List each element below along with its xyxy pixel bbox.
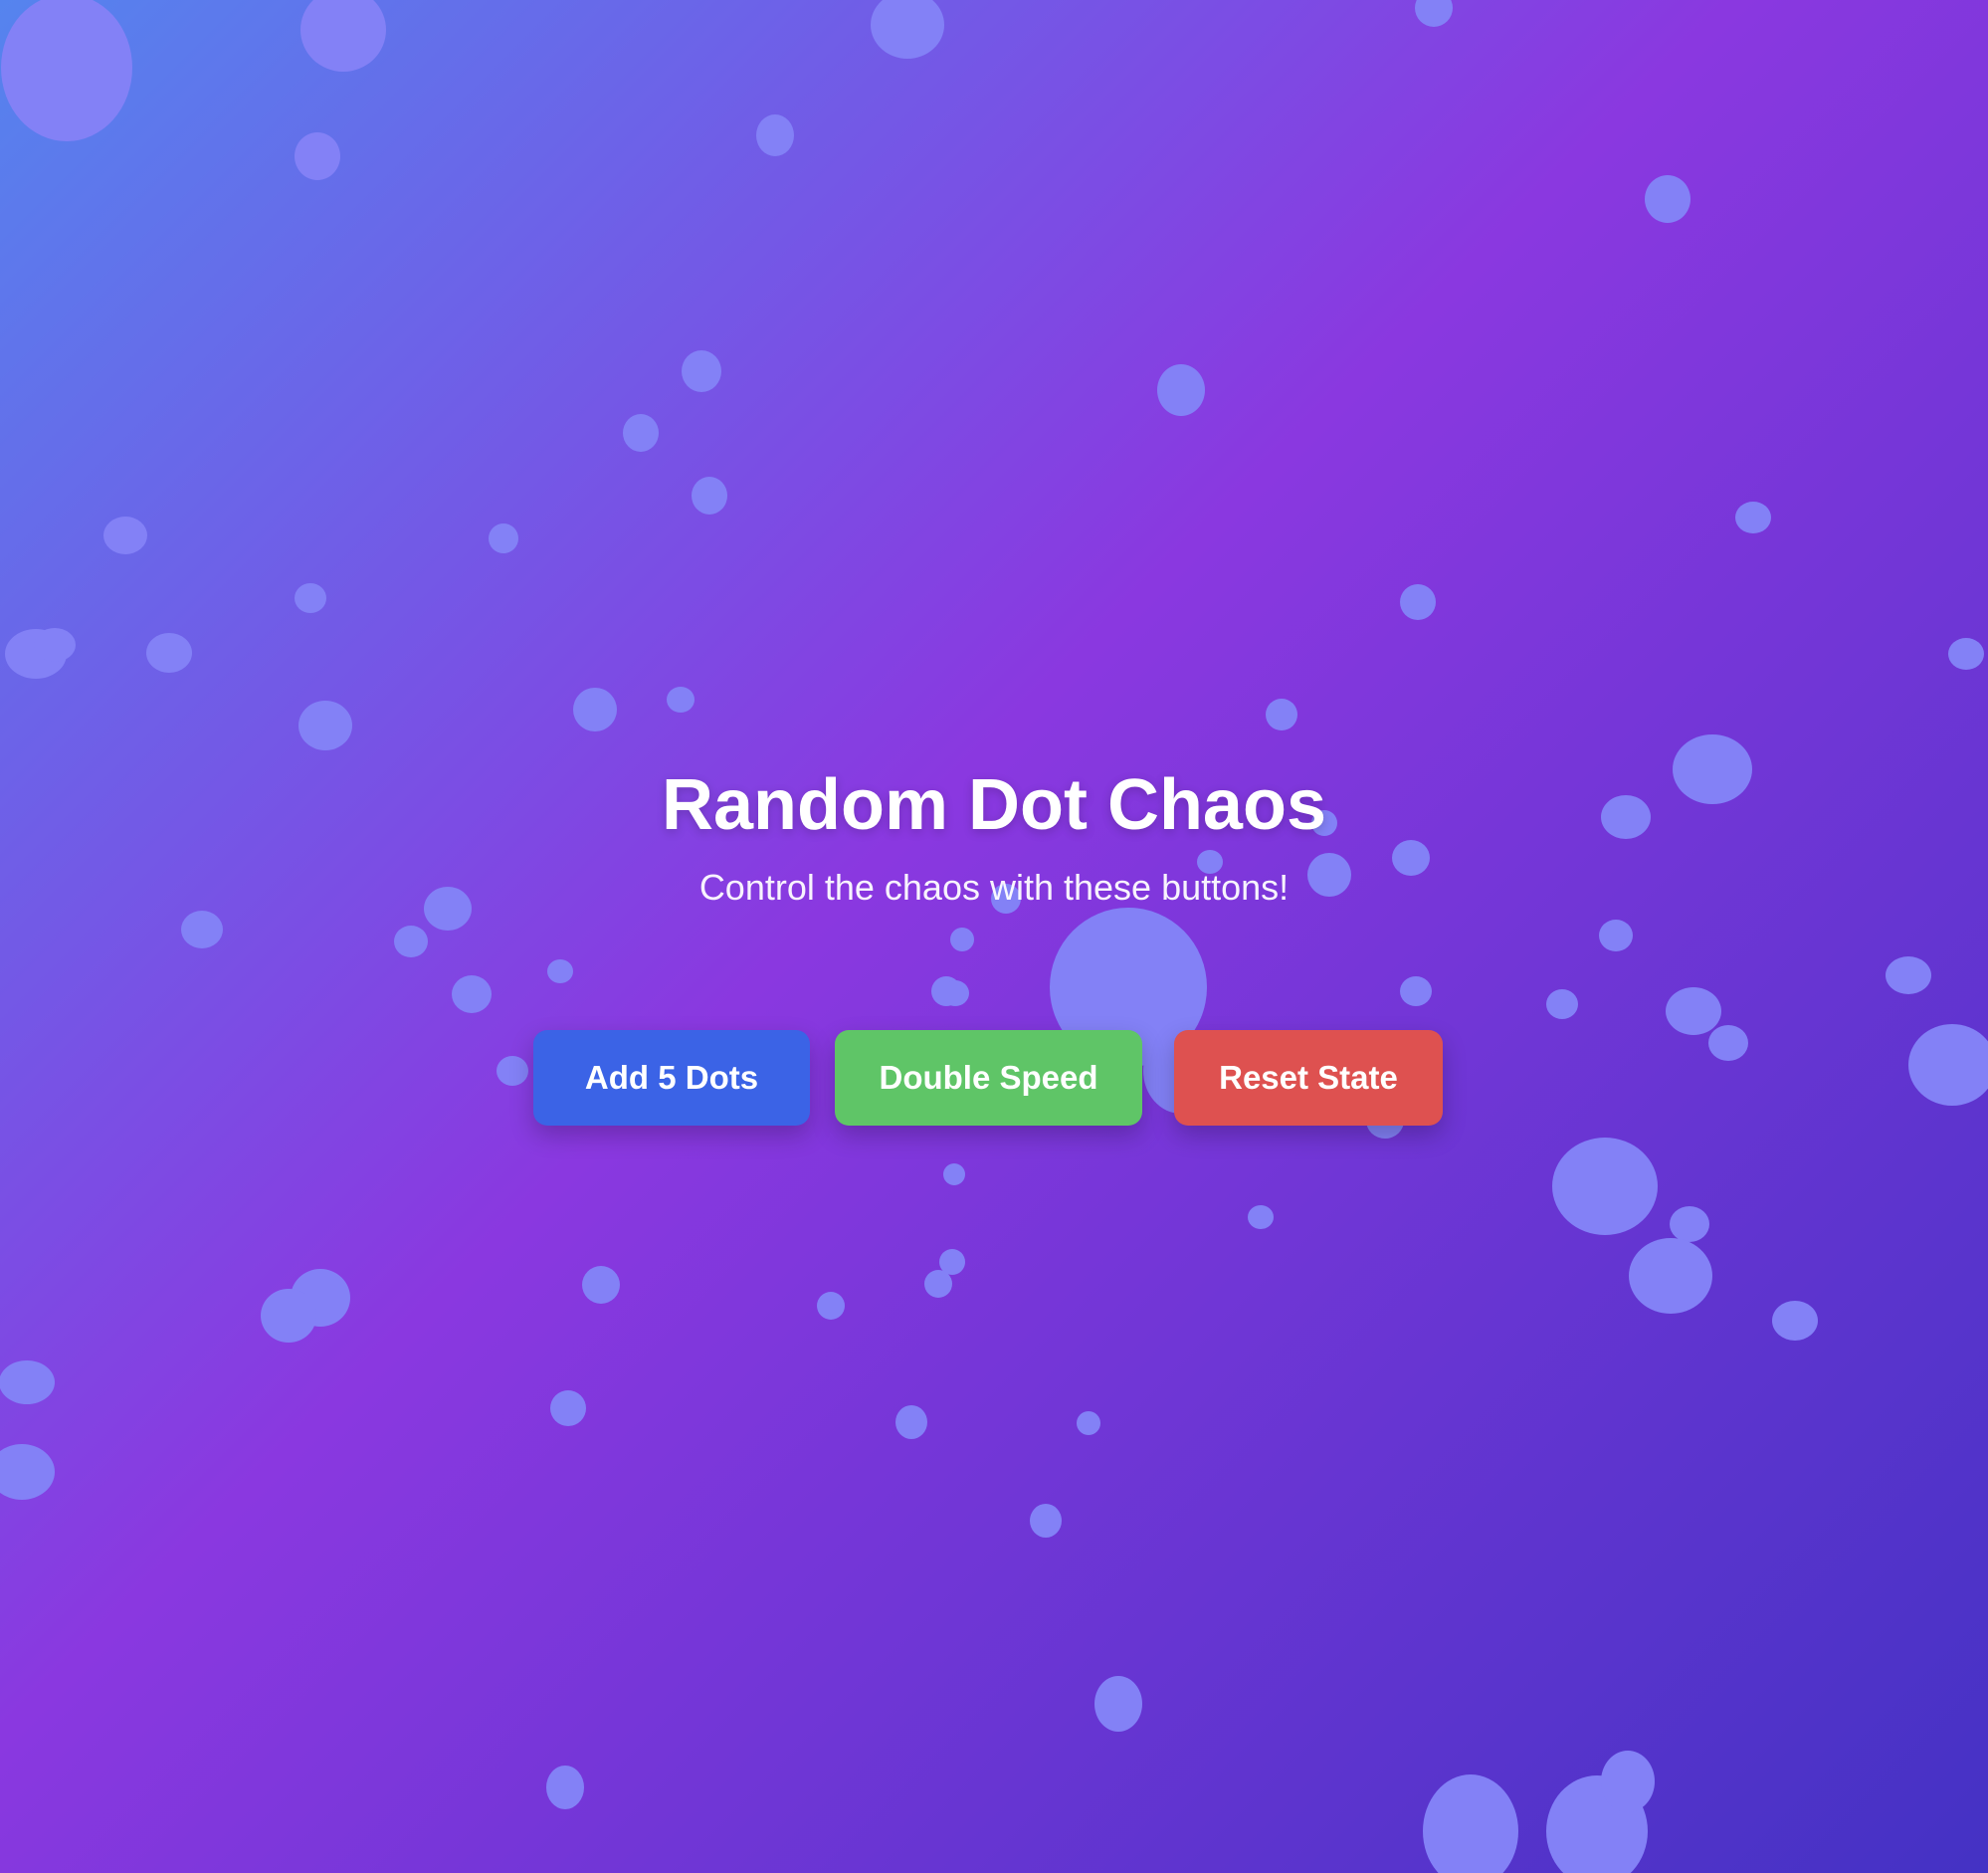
reset-state-button[interactable]: Reset State — [1174, 1030, 1443, 1126]
add-dots-button[interactable]: Add 5 Dots — [533, 1030, 810, 1126]
app-background: Random Dot Chaos Control the chaos with … — [0, 0, 1988, 1873]
double-speed-button[interactable]: Double Speed — [835, 1030, 1142, 1126]
main-content: Random Dot Chaos Control the chaos with … — [0, 0, 1988, 1873]
page-title: Random Dot Chaos — [661, 765, 1326, 845]
page-subtitle: Control the chaos with these buttons! — [698, 867, 1290, 908]
